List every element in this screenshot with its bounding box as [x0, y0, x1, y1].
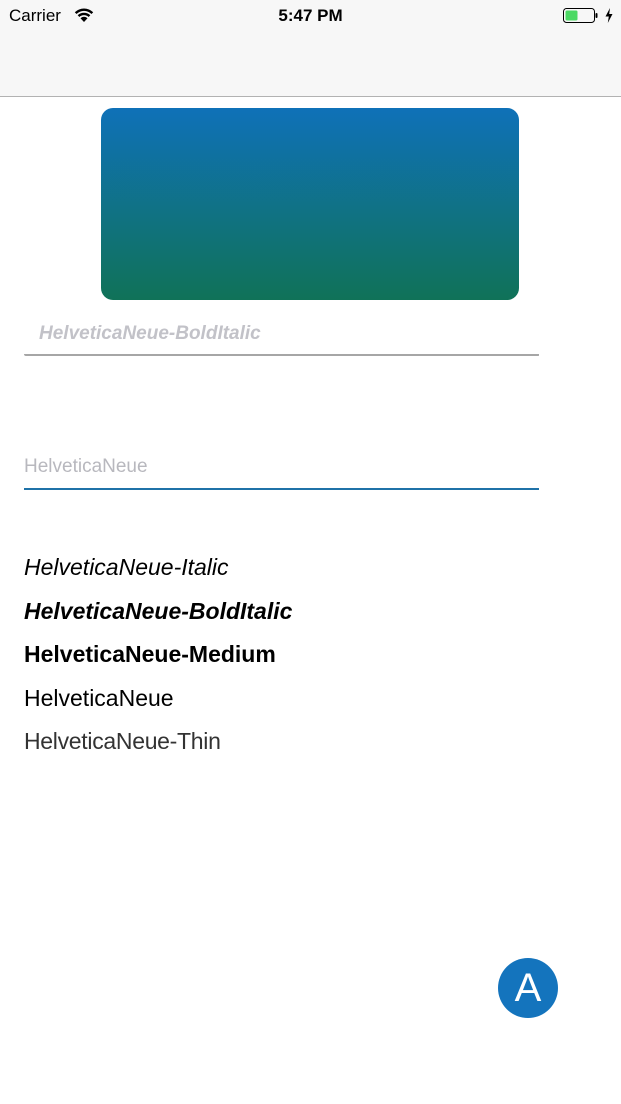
- floating-action-button[interactable]: A: [498, 958, 558, 1018]
- text-field-regular-placeholder: HelveticaNeue: [24, 456, 148, 477]
- gradient-card: [101, 108, 519, 300]
- status-bar: Carrier 5:47 PM: [0, 0, 621, 32]
- status-time: 5:47 PM: [278, 6, 343, 25]
- font-item-bolditalic: HelveticaNeue-BoldItalic: [24, 597, 293, 624]
- font-list: HelveticaNeue-Italic HelveticaNeue-BoldI…: [24, 550, 584, 768]
- navigation-bar: [0, 32, 621, 97]
- text-field-regular-underline: [24, 488, 539, 490]
- charging-icon: [605, 8, 613, 23]
- font-item-thin: HelveticaNeue-Thin: [24, 728, 221, 754]
- font-item-regular: HelveticaNeue: [24, 684, 174, 711]
- font-item-italic: HelveticaNeue-Italic: [24, 554, 229, 580]
- battery-icon: [563, 8, 598, 23]
- text-field-bolditalic[interactable]: HelveticaNeue-BoldItalic: [24, 318, 539, 356]
- text-field-bolditalic-placeholder: HelveticaNeue-BoldItalic: [39, 323, 261, 344]
- text-field-bolditalic-underline: [24, 354, 539, 356]
- text-field-regular[interactable]: HelveticaNeue: [24, 452, 539, 492]
- font-item-medium: HelveticaNeue-Medium: [24, 641, 276, 667]
